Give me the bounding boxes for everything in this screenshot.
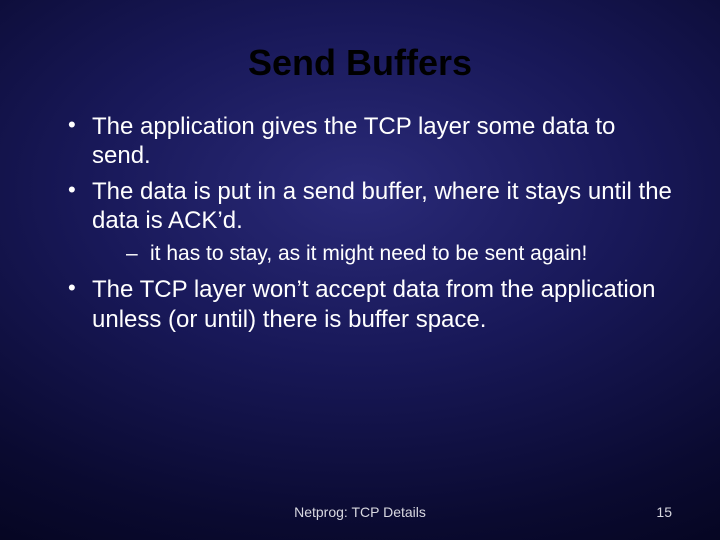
sub-bullet-list: it has to stay, as it might need to be s…	[92, 241, 680, 267]
bullet-item: The application gives the TCP layer some…	[62, 112, 680, 171]
bullet-list: The application gives the TCP layer some…	[62, 112, 680, 334]
slide-content: The application gives the TCP layer some…	[0, 112, 720, 334]
page-number: 15	[656, 504, 672, 520]
bullet-item: The TCP layer won’t accept data from the…	[62, 275, 680, 334]
sub-bullet-item: it has to stay, as it might need to be s…	[92, 241, 680, 267]
slide-title: Send Buffers	[0, 0, 720, 112]
slide: Send Buffers The application gives the T…	[0, 0, 720, 540]
footer-text: Netprog: TCP Details	[0, 504, 720, 520]
bullet-text: The data is put in a send buffer, where …	[92, 178, 672, 234]
bullet-item: The data is put in a send buffer, where …	[62, 177, 680, 268]
